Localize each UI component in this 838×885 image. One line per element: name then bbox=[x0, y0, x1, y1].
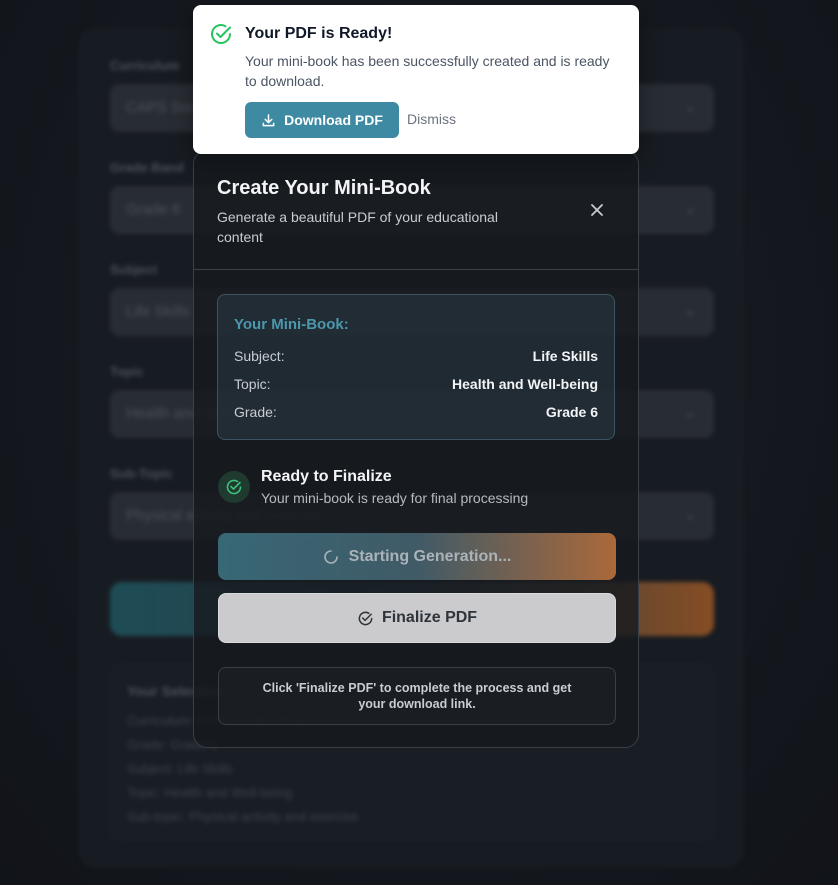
info-row-grade: Grade: Grade 6 bbox=[234, 404, 598, 424]
info-value: Life Skills bbox=[532, 348, 598, 364]
check-circle-icon bbox=[358, 611, 373, 625]
status-text: Your mini-book is ready for final proces… bbox=[261, 490, 529, 506]
generate-label: Starting Generation... bbox=[348, 547, 512, 565]
dialog-subtitle: Generate a beautiful PDF of your educati… bbox=[217, 209, 498, 245]
download-icon bbox=[262, 113, 275, 126]
finalize-hint: Click 'Finalize PDF' to complete the pro… bbox=[218, 667, 616, 725]
info-key: Topic: bbox=[234, 376, 271, 392]
dismiss-button[interactable]: Dismiss bbox=[407, 111, 456, 127]
spinner-icon bbox=[323, 549, 338, 564]
minibook-info-card: Your Mini-Book: Subject: Life Skills Top… bbox=[217, 294, 615, 440]
toast-title: Your PDF is Ready! bbox=[245, 25, 393, 42]
download-pdf-button[interactable]: Download PDF bbox=[245, 102, 399, 138]
finalize-label: Finalize PDF bbox=[381, 609, 478, 626]
pdf-ready-toast: Your PDF is Ready! Your mini-book has be… bbox=[193, 5, 639, 154]
download-label: Download PDF bbox=[284, 112, 383, 128]
dialog-title: Create Your Mini-Book bbox=[217, 177, 431, 199]
divider bbox=[194, 269, 638, 270]
check-circle-icon bbox=[211, 24, 231, 44]
info-value: Health and Well-being bbox=[452, 376, 598, 392]
starting-generation-button[interactable]: Starting Generation... bbox=[218, 533, 616, 580]
info-row-topic: Topic: Health and Well-being bbox=[234, 376, 598, 396]
status-title: Ready to Finalize bbox=[261, 468, 392, 485]
create-minibook-dialog: Create Your Mini-Book Generate a beautif… bbox=[193, 150, 639, 748]
close-button[interactable] bbox=[586, 199, 608, 221]
info-key: Grade: bbox=[234, 404, 277, 420]
info-card-title: Your Mini-Book: bbox=[234, 316, 349, 333]
close-icon bbox=[591, 204, 603, 216]
check-circle-icon bbox=[218, 471, 250, 503]
info-value: Grade 6 bbox=[545, 404, 598, 420]
info-key: Subject: bbox=[234, 348, 285, 364]
finalize-pdf-button[interactable]: Finalize PDF bbox=[218, 593, 616, 643]
info-row-subject: Subject: Life Skills bbox=[234, 348, 598, 368]
toast-message: Your mini-book has been successfully cre… bbox=[245, 53, 610, 89]
